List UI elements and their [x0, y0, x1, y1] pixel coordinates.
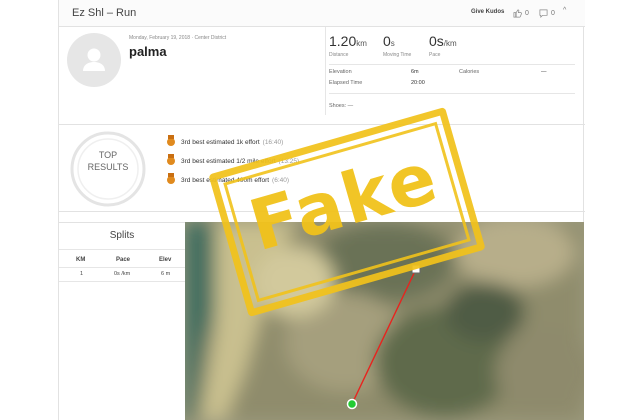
- details-divider: [329, 93, 575, 94]
- kudos-count: 0: [525, 9, 529, 17]
- stat-moving-time: 0s Moving Time: [383, 33, 411, 58]
- calories-label: Calories: [459, 69, 480, 75]
- splits-title: Splits: [109, 230, 135, 241]
- top-results-line1: TOP: [98, 150, 118, 160]
- user-silhouette-icon: [83, 48, 105, 71]
- comment-icon: [539, 9, 548, 18]
- give-kudos-button[interactable]: Give Kudos: [471, 9, 504, 15]
- effort-item[interactable]: 3rd best estimated 1k effort (16:40): [167, 135, 284, 146]
- stats-divider: [329, 64, 575, 65]
- calories-value: —: [541, 69, 547, 75]
- activity-summary: Monday, February 19, 2018 · Center Distr…: [59, 27, 585, 125]
- elevation-label: Elevation: [329, 69, 352, 75]
- stat-distance: 1.20km Distance: [329, 33, 367, 58]
- stat-distance-value: 1.20: [329, 33, 357, 49]
- stat-moving-time-label: Moving Time: [383, 52, 412, 58]
- splits-header-divider: [59, 267, 185, 268]
- splits-divider: [59, 249, 185, 250]
- split-elev: 6 m: [161, 271, 171, 277]
- shoes-label: Shoes: —: [329, 103, 354, 109]
- stat-distance-unit: km: [356, 39, 367, 48]
- top-results-line2: RESULTS: [87, 162, 129, 172]
- splits-panel: Splits KM Pace Elev 1 0s /km 6 m: [59, 222, 185, 420]
- start-marker[interactable]: [346, 398, 358, 410]
- activity-title: Ez Shl – Run: [72, 7, 137, 19]
- collapse-toggle[interactable]: ^: [563, 7, 566, 14]
- athlete-name[interactable]: palma: [129, 44, 167, 59]
- activity-header: Ez Shl – Run Give Kudos 0 0 ^: [59, 0, 585, 27]
- splits-header-km: KM: [76, 257, 86, 263]
- split-pace: 0s /km: [114, 271, 131, 277]
- elevation-value: 6m: [411, 69, 419, 75]
- stat-pace-value: 0s: [429, 33, 444, 49]
- elapsed-time-value: 20:00: [411, 80, 425, 86]
- kudos-button[interactable]: 0: [513, 4, 529, 22]
- stat-pace-unit: /km: [443, 39, 457, 48]
- split-km: 1: [80, 271, 84, 277]
- split-row-divider: [59, 281, 185, 282]
- avatar[interactable]: [67, 33, 121, 87]
- stat-pace: 0s/km Pace: [429, 33, 457, 58]
- elapsed-time-label: Elapsed Time: [329, 80, 363, 86]
- effort-text: 3rd best estimated 1k effort: [181, 138, 260, 146]
- stat-moving-time-unit: s: [390, 39, 395, 48]
- medal-icon: [167, 154, 175, 165]
- thumbs-up-icon: [513, 9, 522, 18]
- stat-moving-time-value: 0: [383, 33, 391, 49]
- summary-divider: [325, 27, 326, 115]
- comments-button[interactable]: 0: [539, 4, 555, 22]
- medal-icon: [167, 135, 175, 146]
- activity-date-location: Monday, February 19, 2018 · Center Distr…: [129, 35, 227, 41]
- splits-header-pace: Pace: [116, 257, 131, 263]
- comments-count: 0: [551, 9, 555, 17]
- stat-pace-label: Pace: [429, 52, 441, 58]
- splits-header-elev: Elev: [159, 257, 172, 263]
- stat-distance-label: Distance: [329, 52, 349, 58]
- medal-icon: [167, 173, 175, 184]
- effort-time: (16:40): [262, 138, 284, 146]
